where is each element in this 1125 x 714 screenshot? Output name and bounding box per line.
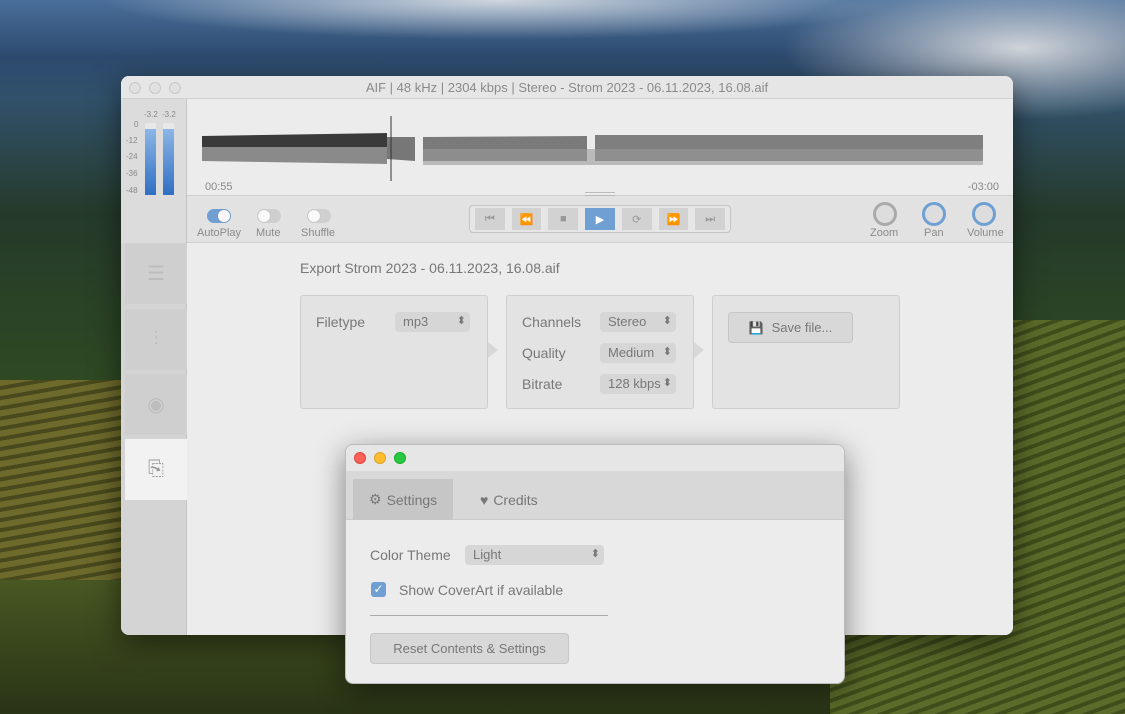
- pan-label: Pan: [924, 227, 944, 239]
- dialog-minimize-button[interactable]: [374, 452, 386, 464]
- skip-forward-icon: ⏭: [705, 212, 716, 225]
- peak-right: -3.2: [162, 110, 176, 119]
- peak-left: -3.2: [144, 110, 158, 119]
- remaining-time: -03:00: [967, 181, 999, 193]
- playlist-icon: ☰: [147, 263, 165, 285]
- repeat-button[interactable]: ⟳: [621, 208, 652, 230]
- minimize-button[interactable]: [149, 82, 161, 94]
- zoom-button[interactable]: [169, 82, 181, 94]
- volume-label: Volume: [967, 227, 1004, 239]
- reset-button[interactable]: Reset Contents & Settings: [370, 633, 569, 664]
- equalizer-icon: ⫶: [153, 328, 159, 350]
- filetype-panel: Filetype mp3: [300, 295, 488, 409]
- heart-icon: ♥: [480, 491, 489, 508]
- transport-controls: ⏮ ⏪ ■ ▶ ⟳ ⏩ ⏭: [469, 205, 731, 233]
- dialog-tabs: ⚙ Settings ♥ Credits: [346, 471, 844, 520]
- autoplay-label: AutoPlay: [197, 227, 242, 239]
- channels-select[interactable]: Stereo: [600, 312, 676, 332]
- repeat-icon: ⟳: [632, 213, 642, 226]
- encoding-panel: Channels Stereo Quality Medium Bitrate 1…: [506, 295, 694, 409]
- coverart-checkbox[interactable]: ✓: [371, 582, 386, 597]
- close-button[interactable]: [129, 82, 141, 94]
- step-arrow: [488, 342, 498, 358]
- skip-back-button[interactable]: ⏮: [475, 208, 505, 230]
- rewind-icon: ⏪: [519, 213, 534, 226]
- scale-label: -24: [126, 152, 138, 161]
- sidebar-export[interactable]: ⎘: [125, 439, 187, 500]
- scale-label: -36: [126, 169, 138, 178]
- play-icon: ▶: [595, 213, 605, 226]
- color-theme-select[interactable]: Light: [465, 545, 604, 565]
- gear-icon: ⚙: [369, 491, 382, 507]
- skip-back-icon: ⏮: [484, 212, 495, 225]
- play-button[interactable]: ▶: [585, 208, 615, 230]
- quality-select[interactable]: Medium: [600, 343, 676, 363]
- rewind-button[interactable]: ⏪: [511, 208, 542, 230]
- quality-label: Quality: [522, 345, 566, 361]
- preferences-dialog: ⚙Settings ♥Credits Color Theme Light ✓ S…: [345, 444, 845, 684]
- level-meter: -3.2 -3.2 0 -12 -24 -36 -48: [121, 99, 186, 243]
- shuffle-toggle[interactable]: [307, 209, 331, 223]
- eye-icon: ◉: [147, 394, 165, 416]
- autoplay-toggle[interactable]: [207, 209, 231, 223]
- bitrate-label: Bitrate: [522, 376, 563, 392]
- sidebar-visualizer[interactable]: ◉: [125, 374, 187, 435]
- pan-knob[interactable]: [922, 202, 946, 226]
- window-title: AIF | 48 kHz | 2304 kbps | Stereo - Stro…: [365, 80, 769, 95]
- volume-knob[interactable]: [972, 202, 996, 226]
- save-label: Save file...: [771, 320, 833, 335]
- tab-settings[interactable]: ⚙ Settings: [353, 479, 454, 520]
- elapsed-time: 00:55: [205, 181, 233, 193]
- filetype-label: Filetype: [316, 314, 366, 330]
- tab-credits[interactable]: ♥ Credits: [464, 479, 554, 520]
- scale-label: -12: [126, 136, 138, 145]
- dialog-zoom-button[interactable]: [394, 452, 406, 464]
- title-bar: AIF | 48 kHz | 2304 kbps | Stereo - Stro…: [121, 76, 1013, 99]
- sidebar: -3.2 -3.2 0 -12 -24 -36 -48 ☰ ⫶ ◉ ⎘: [121, 99, 187, 635]
- waveform[interactable]: 00:55 -03:00: [187, 99, 1013, 196]
- dialog-title-bar: [346, 445, 844, 471]
- tab-label: Settings: [386, 491, 438, 508]
- meter-bar-left: [145, 128, 156, 195]
- step-arrow: [694, 342, 704, 358]
- skip-forward-button[interactable]: ⏭: [695, 208, 726, 230]
- bitrate-select[interactable]: 128 kbps: [600, 374, 676, 394]
- background-vineyard-left: [0, 380, 121, 580]
- tab-label: Credits: [493, 491, 538, 508]
- zoom-knob[interactable]: [873, 202, 897, 226]
- filetype-select[interactable]: mp3: [395, 312, 470, 332]
- dialog-close-button[interactable]: [354, 452, 366, 464]
- reset-label: Reset Contents & Settings: [393, 641, 546, 656]
- save-file-button[interactable]: 💾 Save file...: [728, 312, 853, 343]
- color-theme-label: Color Theme: [370, 547, 451, 563]
- mute-toggle[interactable]: [257, 209, 281, 223]
- meter-bar-right: [163, 128, 174, 195]
- scale-label: 0: [134, 120, 139, 129]
- fast-forward-icon: ⏩: [666, 213, 681, 226]
- stop-button[interactable]: ■: [548, 208, 579, 230]
- sidebar-playlist[interactable]: ☰: [125, 243, 187, 304]
- coverart-label: Show CoverArt if available: [399, 582, 564, 598]
- floppy-disk-icon: 💾: [748, 320, 764, 335]
- export-icon: ⎘: [148, 458, 164, 480]
- sidebar-equalizer[interactable]: ⫶: [125, 309, 187, 370]
- fast-forward-button[interactable]: ⏩: [658, 208, 689, 230]
- shuffle-label: Shuffle: [301, 227, 336, 239]
- scale-label: -48: [126, 186, 138, 195]
- save-panel: 💾 Save file...: [712, 295, 900, 409]
- divider: [370, 615, 608, 616]
- waveform-graphic: [202, 116, 983, 181]
- mute-label: Mute: [256, 227, 281, 239]
- zoom-label: Zoom: [870, 227, 899, 239]
- control-bar: AutoPlay Mute Shuffle ⏮ ⏪ ■ ▶ ⟳ ⏩ ⏭ Zoom…: [187, 196, 1013, 243]
- channels-label: Channels: [522, 314, 582, 330]
- export-heading: Export Strom 2023 - 06.11.2023, 16.08.ai…: [300, 260, 560, 276]
- stop-icon: ■: [559, 213, 567, 225]
